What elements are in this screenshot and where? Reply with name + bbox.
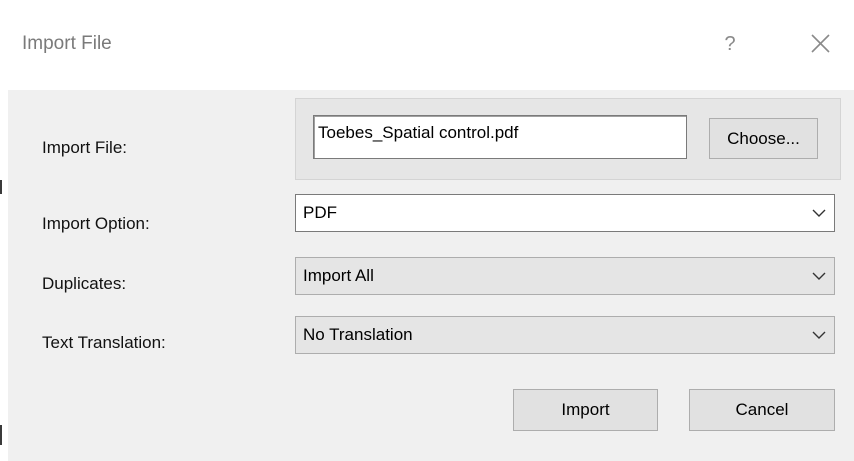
cancel-button[interactable]: Cancel bbox=[689, 389, 835, 431]
help-button[interactable]: ? bbox=[712, 26, 748, 62]
text-translation-select[interactable]: No Translation bbox=[295, 316, 835, 354]
close-icon bbox=[811, 34, 830, 53]
dialog-title: Import File bbox=[22, 33, 112, 54]
chevron-down-icon bbox=[812, 209, 826, 217]
text-translation-label: Text Translation: bbox=[42, 333, 166, 352]
window-edge bbox=[0, 0, 6, 461]
import-file-label: Import File: bbox=[42, 138, 128, 157]
choose-button[interactable]: Choose... bbox=[709, 118, 818, 159]
chevron-down-icon bbox=[812, 331, 826, 339]
import-button[interactable]: Import bbox=[513, 389, 658, 431]
text-translation-value: No Translation bbox=[303, 325, 413, 344]
import-option-label: Import Option: bbox=[42, 214, 150, 233]
import-option-value: PDF bbox=[303, 203, 337, 222]
chevron-down-icon bbox=[812, 272, 826, 280]
close-button[interactable] bbox=[800, 26, 840, 62]
duplicates-select[interactable]: Import All bbox=[295, 257, 835, 295]
edge-mark bbox=[0, 425, 2, 445]
duplicates-label: Duplicates: bbox=[42, 274, 127, 293]
import-file-input[interactable]: Toebes_Spatial control.pdf bbox=[313, 115, 687, 159]
title-bar[interactable]: Import File ? bbox=[0, 0, 854, 90]
import-option-select[interactable]: PDF bbox=[295, 194, 835, 232]
edge-mark bbox=[0, 180, 2, 194]
import-file-dialog: Import File ? Import File: Toebes_Spatia… bbox=[0, 0, 854, 461]
duplicates-value: Import All bbox=[303, 266, 374, 285]
